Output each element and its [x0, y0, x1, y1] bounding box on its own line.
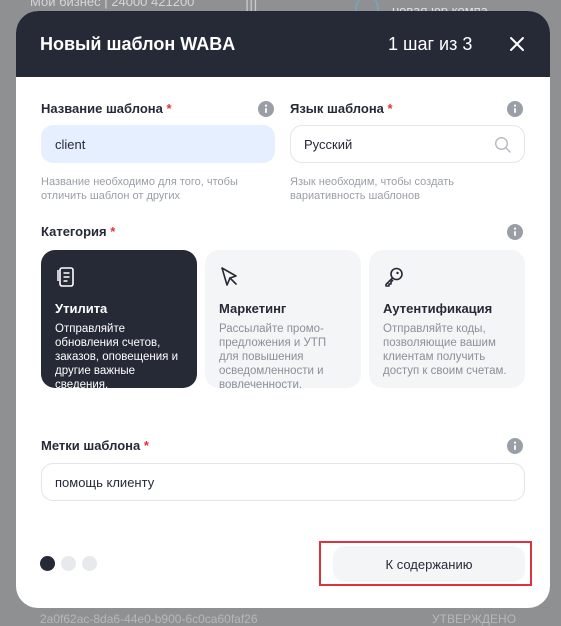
category-card-utility[interactable]: Утилита Отправляйте обновления счетов, з…	[41, 250, 197, 391]
info-icon[interactable]	[507, 438, 523, 454]
info-icon[interactable]	[507, 224, 523, 240]
template-name-label-text: Название шаблона	[41, 101, 163, 116]
modal-title: Новый шаблон WABA	[40, 34, 236, 54]
category-title: Маркетинг	[219, 301, 287, 316]
required-mark: *	[143, 438, 149, 453]
template-language-value: Русский	[304, 137, 353, 152]
template-name-label: Название шаблона *	[41, 101, 172, 116]
required-mark: *	[110, 224, 116, 239]
category-description: Отправляйте обновления счетов, заказов, …	[55, 323, 179, 391]
step-indicator: 1 шаг из 3	[388, 34, 473, 54]
background-table-row: 2a0f62ac-8da6-44e0-b900-6c0ca60faf26 УТВ…	[0, 608, 561, 626]
background-row-status: УТВЕРЖДЕНО	[432, 612, 517, 626]
background-account-text: Мой бизнес | 24000 421200	[30, 0, 195, 9]
next-to-content-button[interactable]: К содержанию	[333, 546, 525, 582]
cursor-icon	[221, 267, 237, 286]
category-title: Утилита	[55, 301, 108, 316]
new-template-modal: Новый шаблон WABA 1 шаг из 3 Название ша…	[16, 11, 550, 608]
category-description: Рассылайте промо-предложения и УТП для п…	[219, 323, 327, 391]
required-mark: *	[387, 101, 393, 116]
modal-header: Новый шаблон WABA 1 шаг из 3	[16, 11, 550, 77]
category-title: Аутентификация	[383, 301, 493, 316]
template-tags-label: Метки шаблона *	[41, 438, 149, 453]
template-language-select[interactable]: Русский	[290, 125, 525, 163]
template-name-hint: Название необходимо для того, чтобы отли…	[41, 176, 238, 202]
step-dot	[82, 556, 97, 571]
step-dot-active	[40, 556, 55, 571]
category-description: Отправляйте коды, позволяющие вашим клие…	[383, 323, 507, 377]
info-icon[interactable]	[507, 101, 523, 117]
template-tags-label-text: Метки шаблона	[41, 438, 141, 453]
required-mark: *	[166, 101, 172, 116]
category-card-marketing[interactable]: Маркетинг Рассылайте промо-предложения и…	[205, 250, 361, 391]
category-label: Категория *	[41, 224, 115, 239]
category-label-text: Категория	[41, 224, 107, 239]
document-icon	[57, 267, 74, 287]
step-dot	[61, 556, 76, 571]
info-icon[interactable]	[258, 101, 274, 117]
background-row-id: 2a0f62ac-8da6-44e0-b900-6c0ca60faf26	[40, 612, 258, 626]
key-icon	[385, 267, 403, 287]
search-icon	[494, 136, 511, 153]
template-language-hint: Язык необходим, чтобы создать вариативно…	[290, 176, 455, 202]
template-name-input[interactable]: client	[41, 125, 275, 163]
category-card-authentication[interactable]: Аутентификация Отправляйте коды, позволя…	[369, 250, 525, 388]
template-language-label-text: Язык шаблона	[290, 101, 384, 116]
close-icon[interactable]	[504, 31, 530, 57]
template-language-label: Язык шаблона *	[290, 101, 393, 116]
template-tags-input[interactable]: помощь клиенту	[41, 463, 525, 501]
